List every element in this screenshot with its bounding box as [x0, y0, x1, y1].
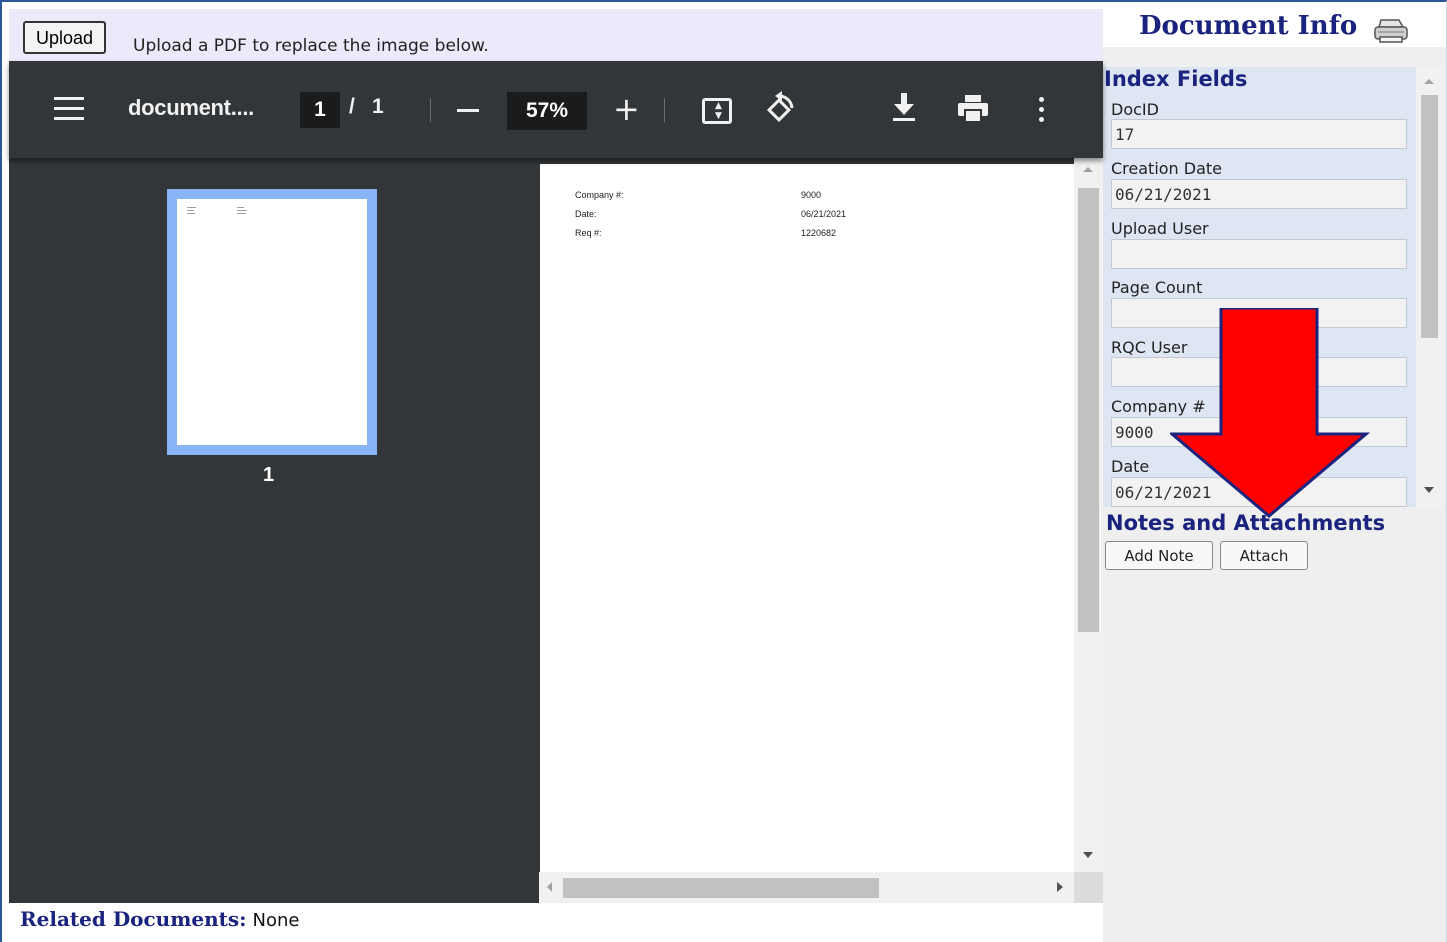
- pdf-value-date: 06/21/2021: [801, 209, 847, 219]
- zoom-out-button[interactable]: [457, 109, 479, 112]
- field-label-date: Date: [1111, 457, 1150, 476]
- field-label-upload-user: Upload User: [1111, 219, 1209, 238]
- zoom-input[interactable]: 57%: [507, 92, 587, 130]
- upload-user-field[interactable]: [1111, 239, 1407, 269]
- document-title: document....: [128, 95, 254, 120]
- upload-bar: Upload Upload a PDF to replace the image…: [9, 9, 1103, 61]
- rotate-icon[interactable]: [763, 91, 797, 131]
- attach-button[interactable]: Attach: [1220, 541, 1308, 570]
- index-fields-scrollbar[interactable]: [1416, 67, 1443, 507]
- upload-button[interactable]: Upload: [23, 21, 107, 54]
- pdf-label-date: Date:: [575, 209, 597, 219]
- scroll-down-arrow-icon[interactable]: [1424, 487, 1434, 493]
- pdf-viewer: document.... 1 / 1 57% + ▲ ▼ 1 Company #…: [9, 61, 1103, 903]
- upload-hint: Upload a PDF to replace the image below.: [133, 36, 489, 56]
- horizontal-scroll-thumb[interactable]: [563, 878, 879, 898]
- field-label-creation-date: Creation Date: [1111, 159, 1223, 178]
- thumbnail-page-number: 1: [263, 464, 275, 486]
- page-thumbnail[interactable]: [167, 189, 377, 455]
- creation-date-field[interactable]: [1111, 179, 1407, 209]
- pdf-value-req: 1220682: [801, 228, 837, 238]
- horizontal-scrollbar[interactable]: [539, 872, 1074, 903]
- zoom-in-button[interactable]: +: [613, 89, 640, 129]
- menu-icon[interactable]: [54, 97, 84, 121]
- fit-page-icon[interactable]: ▲ ▼: [702, 98, 732, 124]
- more-vert-icon[interactable]: [1039, 97, 1044, 127]
- document-info-header: Document Info: [1103, 9, 1446, 47]
- download-icon[interactable]: [891, 91, 917, 127]
- field-label-docid: DocID: [1111, 100, 1159, 119]
- related-documents-label: Related Documents:: [20, 907, 247, 931]
- scroll-up-arrow-icon[interactable]: [1424, 79, 1434, 84]
- pdf-value-company: 9000: [801, 190, 822, 200]
- page-separator: /: [349, 95, 355, 118]
- toolbar-divider: [430, 98, 431, 122]
- add-note-button[interactable]: Add Note: [1105, 541, 1213, 570]
- document-info-title: Document Info: [1139, 11, 1358, 41]
- related-documents: Related Documents: None: [20, 907, 300, 931]
- pdf-toolbar: document.... 1 / 1 57% + ▲ ▼: [9, 61, 1103, 158]
- printer-icon[interactable]: [1373, 18, 1409, 48]
- print-icon[interactable]: [957, 95, 989, 127]
- vertical-scroll-thumb[interactable]: [1078, 188, 1099, 632]
- field-label-page-count: Page Count: [1111, 278, 1203, 297]
- document-page-area: Company #: 9000 Date: 06/21/2021 Req #: …: [539, 158, 1103, 903]
- scroll-up-arrow-icon[interactable]: [1083, 167, 1093, 172]
- scrollbar-corner: [1074, 872, 1103, 903]
- index-fields-title: Index Fields: [1104, 67, 1248, 91]
- page-total: 1: [372, 95, 384, 118]
- related-documents-value: None: [252, 910, 300, 931]
- pdf-label-req: Req #:: [575, 228, 602, 238]
- scroll-left-arrow-icon[interactable]: [547, 882, 552, 892]
- scroll-right-arrow-icon[interactable]: [1057, 882, 1063, 892]
- scroll-down-arrow-icon[interactable]: [1083, 852, 1093, 858]
- toolbar-divider: [664, 98, 665, 122]
- index-scroll-thumb[interactable]: [1421, 95, 1438, 338]
- vertical-scrollbar[interactable]: [1074, 158, 1103, 872]
- app-window: Upload Upload a PDF to replace the image…: [0, 0, 1447, 942]
- annotation-arrow-icon: [1170, 308, 1370, 518]
- docid-field[interactable]: [1111, 119, 1407, 149]
- thumbnail-panel: 1: [9, 158, 539, 903]
- page-number-input[interactable]: 1: [300, 92, 340, 128]
- pdf-label-company: Company #:: [575, 190, 624, 200]
- pdf-page: Company #: 9000 Date: 06/21/2021 Req #: …: [540, 164, 1074, 872]
